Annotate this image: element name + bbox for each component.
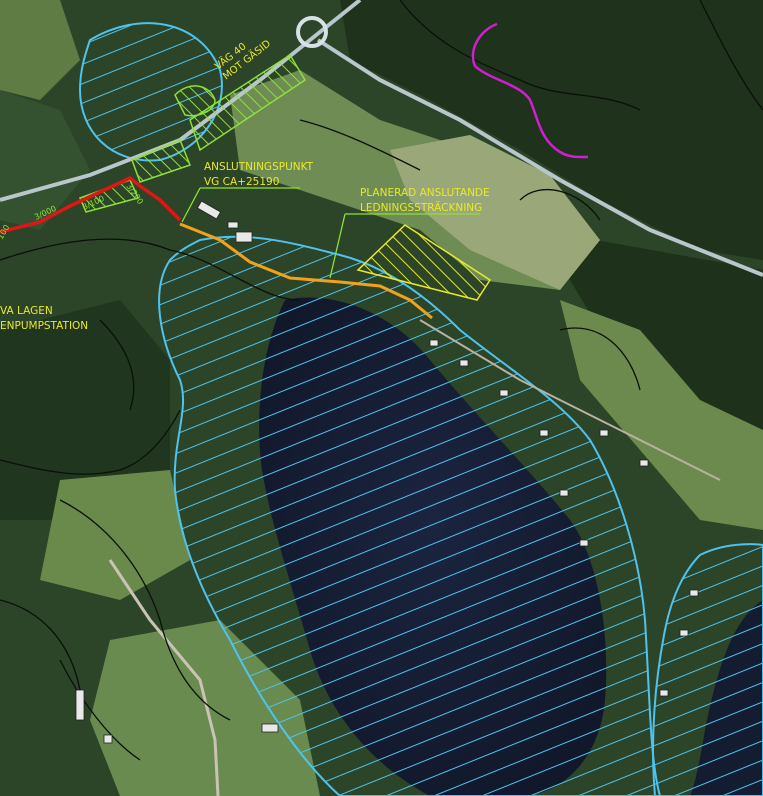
label-connection-point: ANSLUTNINGSPUNKT — [204, 161, 314, 173]
label-planned-title: PLANERAD ANSLUTANDE — [360, 187, 490, 199]
label-planned-subtitle: LEDNINGSSTRÄCKNING — [360, 201, 482, 214]
label-va-line1: VA LAGEN — [0, 305, 53, 317]
label-va-line2: ENPUMPSTATION — [0, 320, 88, 332]
label-connection-coord: VG CA+25190 — [204, 176, 279, 188]
map-canvas[interactable]: VÄG 40 MOT GÄSID ANSLUTNINGSPUNKT VG CA+… — [0, 0, 763, 796]
